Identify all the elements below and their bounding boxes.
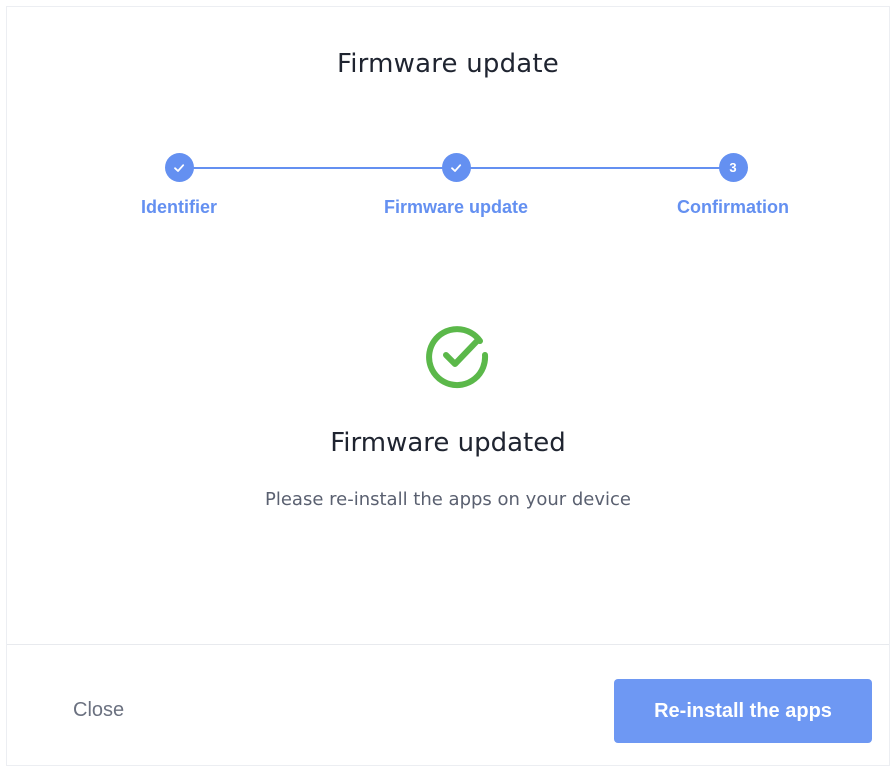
step-label: Identifier — [140, 197, 217, 217]
dialog-title: Firmware update — [336, 49, 560, 79]
step-identifier: Identifier — [79, 153, 279, 218]
step-firmware-update: Firmware update — [356, 153, 556, 218]
close-button[interactable]: Close — [55, 693, 142, 728]
reinstall-apps-button[interactable]: Re-install the apps — [614, 679, 872, 743]
success-check-circle-icon — [422, 319, 494, 391]
progress-stepper: Identifier Firmware update 3 Confirmatio… — [7, 147, 889, 227]
step-label: Firmware update — [383, 197, 529, 217]
result-title: Firmware updated — [330, 428, 566, 458]
footer-divider — [7, 644, 889, 645]
firmware-update-dialog: Firmware update Identifier Firmware upda… — [6, 6, 890, 766]
result-description: Please re-install the apps on your devic… — [264, 489, 631, 510]
step-confirmation: 3 Confirmation — [633, 153, 833, 218]
step-label: Confirmation — [677, 197, 789, 217]
step-completed-check-icon — [441, 153, 471, 182]
step-number: 3 — [718, 153, 748, 182]
step-completed-check-icon — [164, 153, 194, 182]
